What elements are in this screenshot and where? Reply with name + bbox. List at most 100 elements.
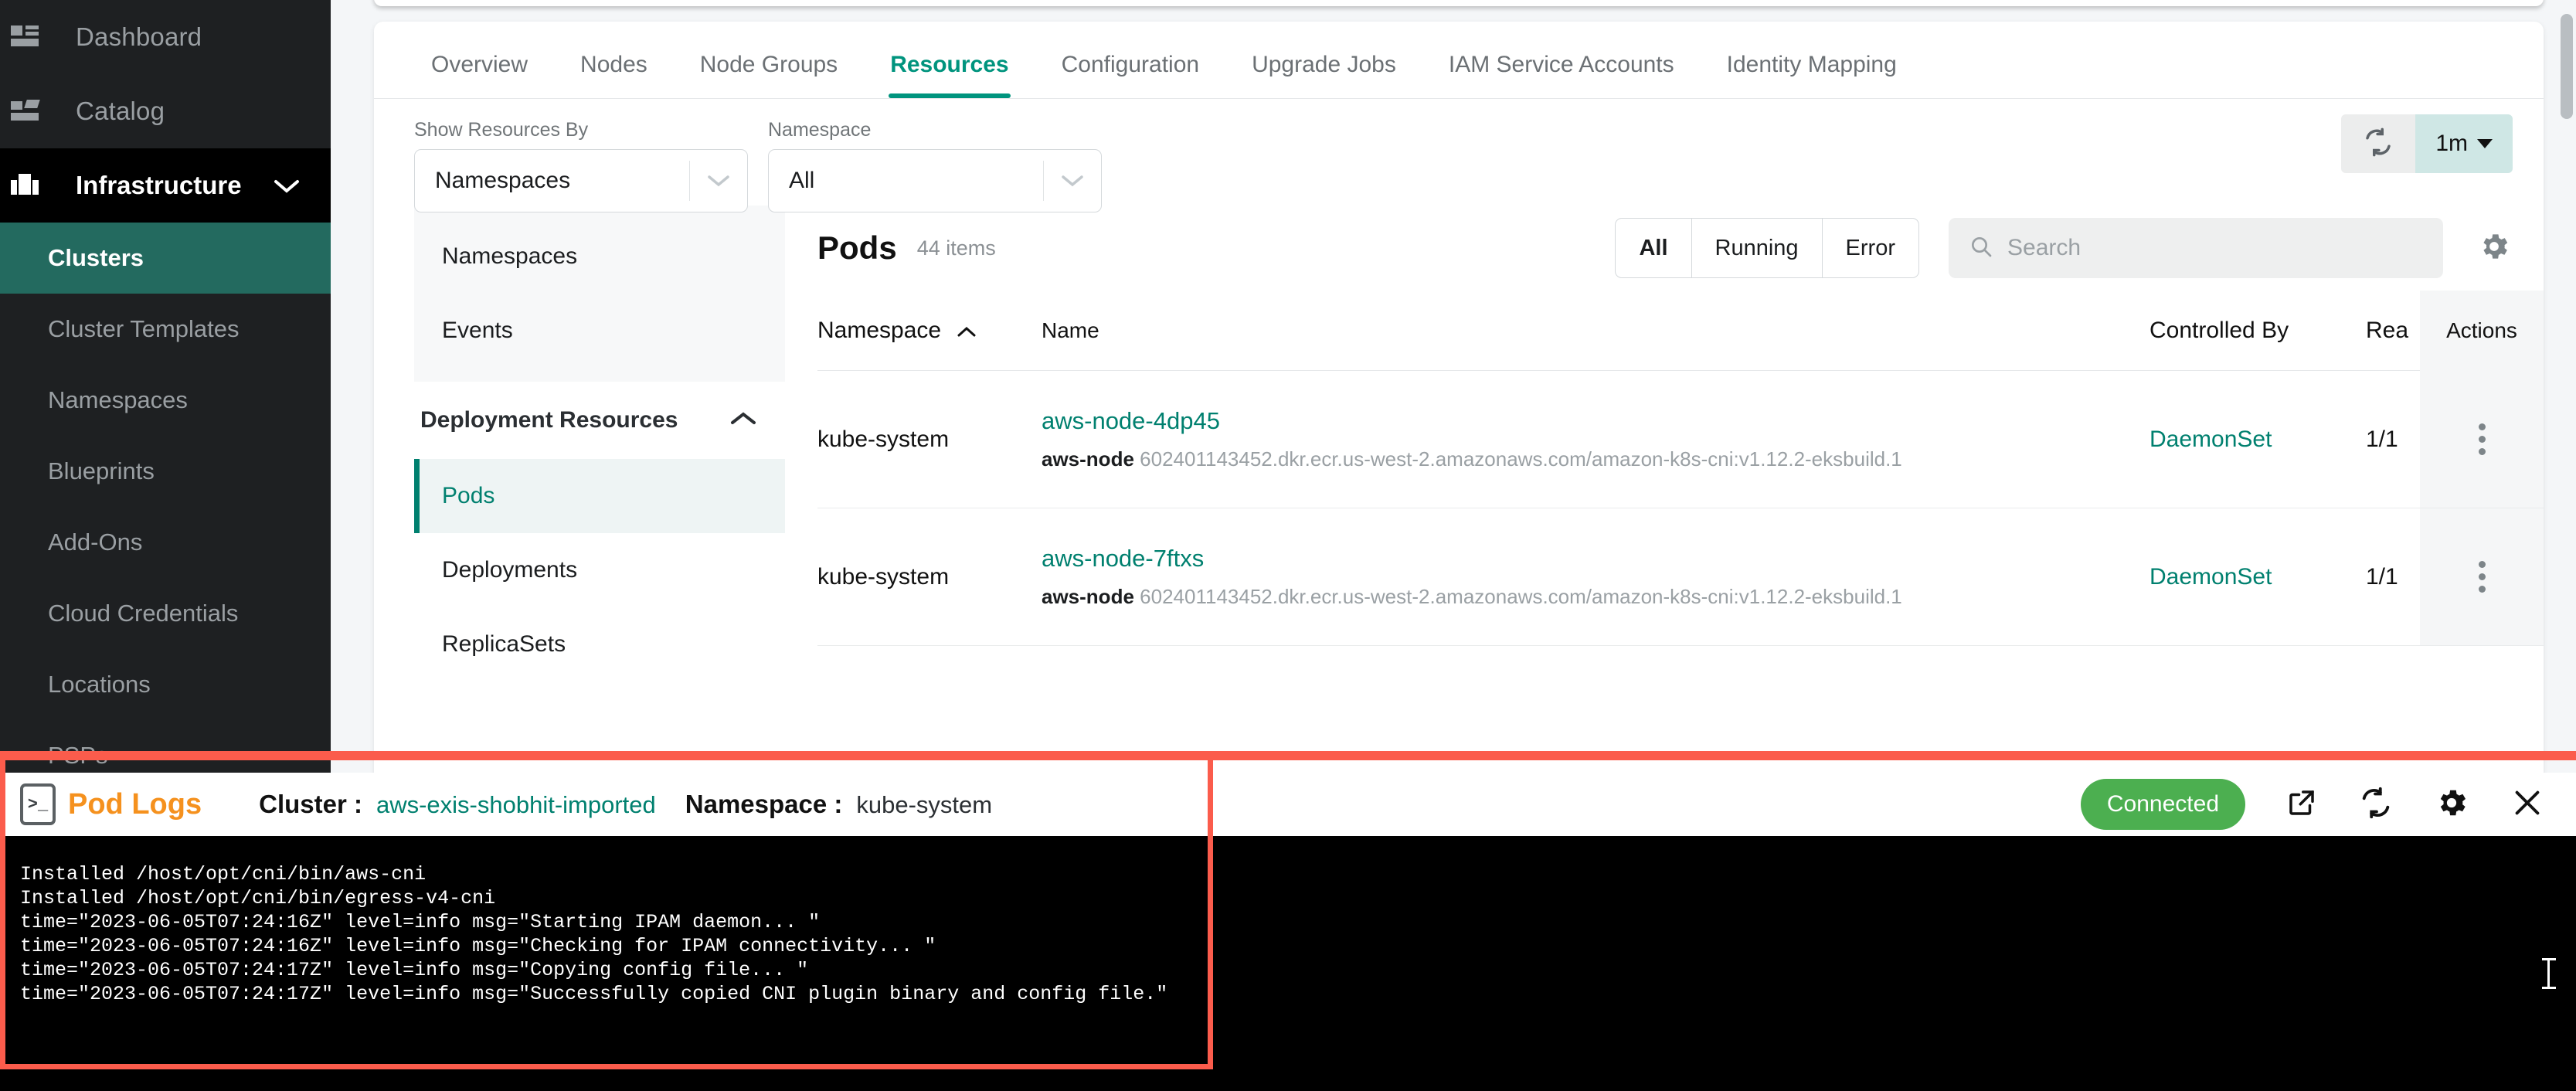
- sidebar-item-locations[interactable]: Locations: [0, 649, 331, 720]
- open-external-icon[interactable]: [2285, 787, 2318, 823]
- namespace-field: Namespace All: [768, 119, 1102, 212]
- cell-namespace: kube-system: [817, 563, 950, 590]
- dashboard-icon: [11, 25, 39, 49]
- page-scrollbar-thumb[interactable]: [2561, 14, 2573, 119]
- inner-nav-item-pods[interactable]: Pods: [414, 459, 785, 533]
- tab-iam-service-accounts[interactable]: IAM Service Accounts: [1432, 52, 1691, 98]
- resource-type-nav: Namespaces Events Deployment Resources P…: [414, 206, 785, 681]
- sidebar-item-cloud-credentials[interactable]: Cloud Credentials: [0, 578, 331, 649]
- refresh-icon: [2362, 126, 2394, 162]
- pod-name-link[interactable]: aws-node-7ftxs: [1042, 545, 2149, 573]
- sidebar-item-dashboard[interactable]: Dashboard: [0, 0, 331, 74]
- log-line: Installed /host/opt/cni/bin/egress-v4-cn…: [20, 887, 496, 909]
- main-content: Overview Nodes Node Groups Resources Con…: [331, 0, 2576, 773]
- resources-body: Namespaces Events Deployment Resources P…: [374, 199, 2544, 681]
- namespace-value: All: [789, 168, 815, 193]
- pods-table-toolbar: Pods 44 items All Running Error Search: [817, 206, 2544, 291]
- namespace-select[interactable]: All: [768, 149, 1102, 212]
- row-actions-button[interactable]: [2420, 508, 2544, 645]
- inner-nav-item-replicasets[interactable]: ReplicaSets: [414, 607, 785, 681]
- catalog-icon: [11, 100, 40, 123]
- pods-table-panel: Pods 44 items All Running Error Search N…: [785, 206, 2544, 681]
- table-row[interactable]: kube-system aws-node-7ftxs aws-node 6024…: [817, 508, 2544, 646]
- tab-identity-mapping[interactable]: Identity Mapping: [1710, 52, 1914, 98]
- sidebar-item-clusters[interactable]: Clusters: [0, 223, 331, 294]
- chevron-down-icon[interactable]: [690, 169, 747, 193]
- inner-nav-item-namespaces[interactable]: Namespaces: [414, 219, 785, 294]
- show-resources-by-select[interactable]: Namespaces: [414, 149, 748, 212]
- sidebar-item-label: Namespaces: [48, 386, 188, 413]
- show-resources-by-label: Show Resources By: [414, 119, 589, 141]
- sidebar-item-label: Catalog: [76, 97, 165, 125]
- gear-icon: [2477, 233, 2511, 267]
- sidebar-item-label: Blueprints: [48, 457, 155, 484]
- log-line: time="2023-06-05T07:24:16Z" level=info m…: [20, 911, 821, 933]
- global-sidebar: Dashboard Catalog Infrastructure Cluster…: [0, 0, 331, 773]
- column-header-actions: Actions: [2420, 291, 2544, 371]
- tab-label: Configuration: [1061, 52, 1200, 77]
- status-filter-error[interactable]: Error: [1821, 219, 1918, 277]
- column-header-name[interactable]: Name: [1042, 318, 2149, 343]
- tab-overview[interactable]: Overview: [414, 52, 545, 98]
- tab-label: Nodes: [580, 52, 647, 77]
- table-settings-button[interactable]: [2477, 229, 2511, 267]
- inner-nav-item-deployments[interactable]: Deployments: [414, 533, 785, 607]
- tab-nodes[interactable]: Nodes: [563, 52, 664, 98]
- table-row[interactable]: kube-system aws-node-4dp45 aws-node 6024…: [817, 371, 2544, 508]
- namespace-label: Namespace: [768, 119, 872, 141]
- chevron-down-icon[interactable]: [1044, 169, 1101, 193]
- deployment-resources-header[interactable]: Deployment Resources: [414, 382, 785, 459]
- sidebar-section-infrastructure[interactable]: Infrastructure: [0, 148, 331, 223]
- cell-controlled-by[interactable]: DaemonSet: [2149, 564, 2366, 590]
- sidebar-item-blueprints[interactable]: Blueprints: [0, 436, 331, 507]
- row-actions-button[interactable]: [2420, 371, 2544, 508]
- pod-name-link[interactable]: aws-node-4dp45: [1042, 407, 2149, 435]
- inner-nav-item-events[interactable]: Events: [414, 294, 785, 368]
- refresh-interval-select[interactable]: 1m: [2415, 114, 2513, 173]
- search-icon: [1969, 234, 1993, 263]
- tab-label: Overview: [431, 52, 528, 77]
- cell-namespace: kube-system: [817, 426, 950, 452]
- highlight-top-line: [0, 751, 2576, 760]
- search-input[interactable]: Search: [1949, 218, 2443, 278]
- column-header-controlled-by[interactable]: Controlled By: [2149, 318, 2366, 344]
- text-cursor: [2542, 958, 2556, 989]
- cluster-value[interactable]: aws-exis-shobhit-imported: [376, 791, 656, 819]
- sidebar-section-label: Infrastructure: [76, 171, 242, 199]
- kebab-menu-icon: [2478, 423, 2486, 455]
- chevron-up-icon[interactable]: [729, 407, 757, 433]
- refresh-icon[interactable]: [2358, 785, 2394, 824]
- sidebar-item-catalog[interactable]: Catalog: [0, 74, 331, 148]
- terminal-icon: >_: [20, 783, 56, 825]
- table-header-row: Namespace Name Controlled By Rea Actions: [817, 291, 2544, 371]
- kebab-menu-icon: [2478, 561, 2486, 593]
- column-header-namespace[interactable]: Namespace: [817, 318, 1042, 344]
- status-filter-all[interactable]: All: [1616, 219, 1691, 277]
- sidebar-item-add-ons[interactable]: Add-Ons: [0, 507, 331, 578]
- sidebar-item-namespaces[interactable]: Namespaces: [0, 365, 331, 436]
- close-icon[interactable]: [2510, 785, 2545, 824]
- cell-controlled-by[interactable]: DaemonSet: [2149, 427, 2366, 453]
- tab-label: Identity Mapping: [1726, 52, 1897, 77]
- page-title: Pods: [817, 229, 897, 266]
- tab-node-groups[interactable]: Node Groups: [683, 52, 855, 98]
- status-filter-running[interactable]: Running: [1691, 219, 1822, 277]
- tab-resources[interactable]: Resources: [873, 52, 1025, 98]
- column-header-ready[interactable]: Rea: [2366, 318, 2420, 344]
- cluster-summary-card: [374, 0, 2544, 6]
- inner-nav-label: ReplicaSets: [442, 631, 566, 657]
- show-resources-by-field: Show Resources By Namespaces: [414, 119, 748, 212]
- refresh-button[interactable]: [2341, 114, 2416, 173]
- inner-nav-label: Deployments: [442, 557, 578, 583]
- sidebar-item-cluster-templates[interactable]: Cluster Templates: [0, 294, 331, 365]
- tab-configuration[interactable]: Configuration: [1045, 52, 1216, 98]
- deployment-resources-label: Deployment Resources: [420, 407, 678, 433]
- gear-icon[interactable]: [2434, 785, 2469, 824]
- chevron-down-icon[interactable]: [274, 171, 300, 200]
- pod-image: aws-node 602401143452.dkr.ecr.us-west-2.…: [1042, 447, 2149, 471]
- log-line: time="2023-06-05T07:24:17Z" level=info m…: [20, 959, 809, 981]
- pod-logs-output[interactable]: Installed /host/opt/cni/bin/aws-cni Inst…: [0, 836, 2576, 1091]
- show-resources-by-value: Namespaces: [435, 168, 571, 193]
- tab-upgrade-jobs[interactable]: Upgrade Jobs: [1235, 52, 1413, 98]
- refresh-interval-value: 1m: [2435, 131, 2468, 156]
